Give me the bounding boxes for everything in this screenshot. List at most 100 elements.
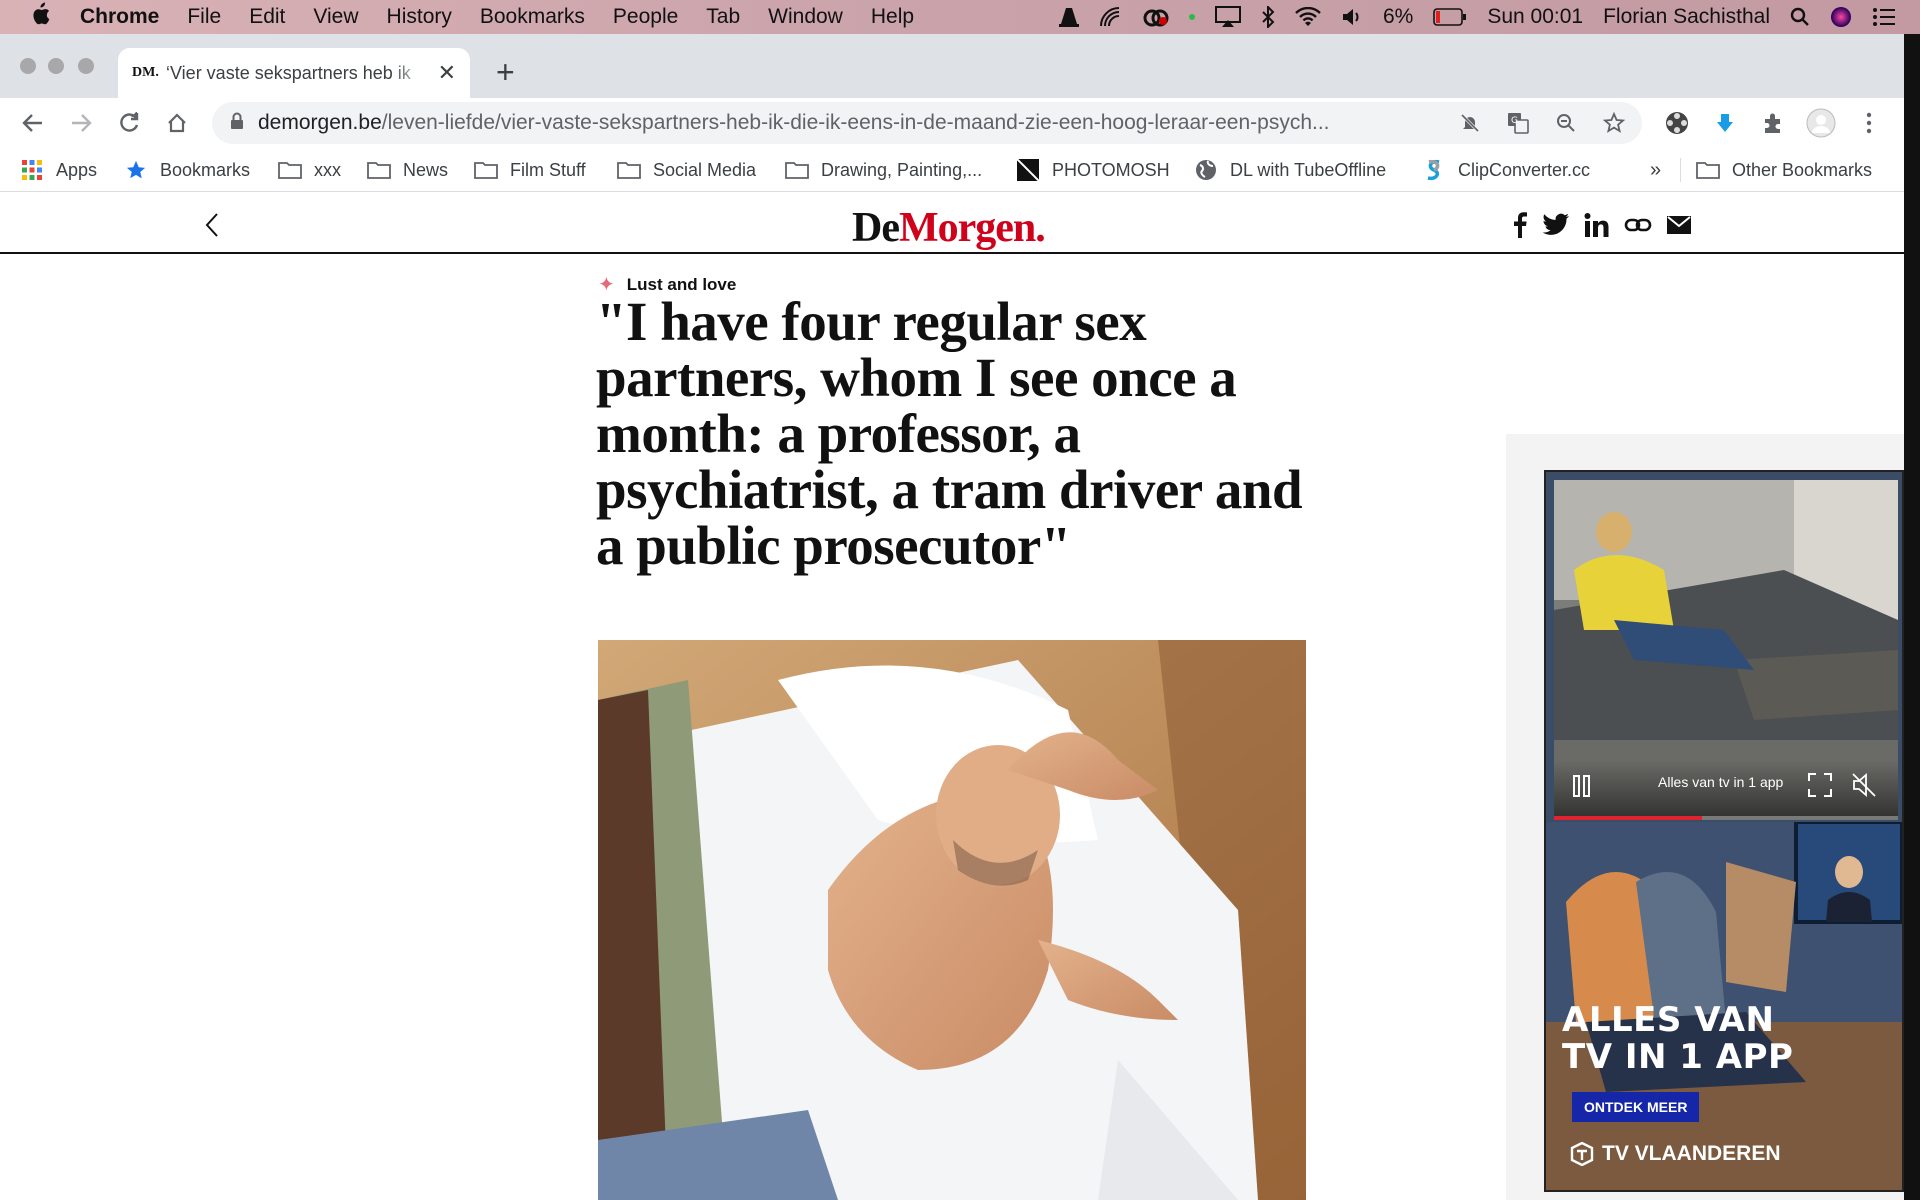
- menu-people[interactable]: People: [613, 5, 678, 29]
- menubar-clock[interactable]: Sun 00:01: [1487, 5, 1583, 29]
- bookmark-label: PHOTOMOSH: [1052, 159, 1170, 180]
- svg-text:G: G: [1511, 116, 1518, 126]
- bookmarks-bar: Apps Bookmarks xxx News Film Stuff Socia…: [0, 148, 1904, 192]
- bluetooth-icon[interactable]: [1261, 6, 1275, 28]
- tv-vlaanderen-logo-icon: [1570, 1142, 1594, 1166]
- window-edge: [1904, 34, 1920, 1200]
- active-tab[interactable]: DM. ‘Vier vaste sekspartners heb ik ✕: [118, 48, 470, 98]
- video-progress-bar[interactable]: [1554, 816, 1898, 820]
- spotlight-search-icon[interactable]: [1790, 7, 1810, 27]
- bookmark-folder-film-stuff[interactable]: Film Stuff: [474, 157, 586, 183]
- profile-avatar-icon[interactable]: [1804, 106, 1838, 140]
- share-bar: [1512, 212, 1706, 238]
- pause-icon[interactable]: [1572, 775, 1592, 802]
- bookmark-label: DL with TubeOffline: [1230, 159, 1387, 180]
- bookmark-folder-news[interactable]: News: [367, 157, 448, 183]
- menu-view[interactable]: View: [313, 5, 358, 29]
- bookmarks-overflow-button[interactable]: »: [1650, 157, 1661, 183]
- airplay-waves-icon[interactable]: [1099, 6, 1123, 28]
- bookmark-clipconverter[interactable]: ClipConverter.cc: [1422, 157, 1590, 183]
- zoom-window-button[interactable]: [78, 58, 94, 74]
- back-chevron-icon[interactable]: [204, 212, 220, 243]
- lock-icon[interactable]: [230, 112, 244, 135]
- video-controls: [1554, 760, 1898, 820]
- bookmark-other-bookmarks[interactable]: Other Bookmarks: [1696, 157, 1872, 183]
- airplay-display-icon[interactable]: [1214, 6, 1241, 28]
- volume-icon[interactable]: [1341, 7, 1363, 27]
- zoom-icon[interactable]: [1552, 109, 1580, 137]
- chrome-menu-icon[interactable]: [1852, 106, 1886, 140]
- apple-menu-icon[interactable]: [0, 2, 80, 33]
- home-button[interactable]: [160, 106, 194, 140]
- bookmark-apps[interactable]: Apps: [20, 157, 97, 183]
- extensions-puzzle-icon[interactable]: [1756, 106, 1790, 140]
- translate-icon[interactable]: G: [1504, 109, 1532, 137]
- close-window-button[interactable]: [20, 58, 36, 74]
- siri-icon[interactable]: [1830, 6, 1852, 28]
- linkedin-icon[interactable]: [1584, 213, 1610, 237]
- menu-tab[interactable]: Tab: [706, 5, 740, 29]
- article-headline: "I have four regular sex partners, whom …: [596, 291, 1303, 576]
- bookmark-folder-drawing[interactable]: Drawing, Painting,...: [785, 157, 982, 183]
- menu-window[interactable]: Window: [768, 5, 843, 29]
- bookmark-photomosh[interactable]: PHOTOMOSH: [1016, 157, 1170, 183]
- facebook-icon[interactable]: [1512, 212, 1528, 238]
- menu-app-chrome[interactable]: Chrome: [80, 5, 159, 29]
- apps-grid-icon: [20, 160, 44, 180]
- vlc-cone-icon[interactable]: [1058, 6, 1079, 28]
- menu-help[interactable]: Help: [871, 5, 914, 29]
- bookmark-bookmarks[interactable]: Bookmarks: [124, 157, 250, 183]
- copy-link-icon[interactable]: [1624, 216, 1652, 234]
- bookmark-label: News: [403, 159, 449, 180]
- new-tab-button[interactable]: +: [496, 56, 515, 88]
- bookmark-star-icon[interactable]: [1600, 109, 1628, 137]
- browser-toolbar: demorgen.be/leven-liefde/vier-vaste-seks…: [0, 98, 1904, 148]
- site-logo[interactable]: DeMorgen.: [852, 204, 1046, 252]
- creative-cloud-icon[interactable]: [1143, 7, 1169, 27]
- advertisement-banner[interactable]: Alles van tv in 1 app ALLES VAN TV IN 1 …: [1544, 470, 1904, 1192]
- folder-icon: [785, 160, 809, 180]
- clipconverter-icon: [1422, 159, 1446, 181]
- twitter-icon[interactable]: [1542, 213, 1570, 237]
- tab-favicon-icon: DM.: [132, 65, 159, 80]
- star-icon: [124, 160, 148, 180]
- minimize-window-button[interactable]: [48, 58, 64, 74]
- article-hero-image: [598, 640, 1306, 1200]
- video-progress-fill: [1554, 816, 1702, 820]
- notification-center-icon[interactable]: [1872, 7, 1896, 27]
- menu-file[interactable]: File: [187, 5, 221, 29]
- extension-download-icon[interactable]: [1708, 106, 1742, 140]
- bookmark-folder-xxx[interactable]: xxx: [278, 157, 341, 183]
- menu-bookmarks[interactable]: Bookmarks: [480, 5, 585, 29]
- status-dot-icon: [1188, 14, 1195, 20]
- ad-cta-button[interactable]: ONTDEK MEER: [1572, 1092, 1700, 1122]
- ad-video-player[interactable]: Alles van tv in 1 app: [1554, 480, 1898, 820]
- fullscreen-icon[interactable]: [1808, 773, 1832, 802]
- mute-icon[interactable]: [1852, 773, 1876, 802]
- back-button[interactable]: [16, 106, 50, 140]
- reload-button[interactable]: [112, 106, 146, 140]
- bookmark-label: Other Bookmarks: [1732, 159, 1873, 180]
- folder-icon: [367, 160, 391, 180]
- globe-icon: [1194, 160, 1218, 180]
- menu-history[interactable]: History: [387, 5, 452, 29]
- wifi-icon[interactable]: [1295, 7, 1321, 27]
- url-text[interactable]: demorgen.be/leven-liefde/vier-vaste-seks…: [258, 111, 1438, 135]
- folder-icon: [278, 160, 302, 180]
- folder-icon: [617, 160, 641, 180]
- menu-edit[interactable]: Edit: [249, 5, 285, 29]
- tab-close-icon[interactable]: ✕: [438, 60, 456, 86]
- tab-title: ‘Vier vaste sekspartners heb ik: [166, 62, 411, 83]
- email-icon[interactable]: [1666, 215, 1692, 235]
- bookmark-tubeoffline[interactable]: DL with TubeOffline: [1194, 157, 1386, 183]
- extension-reel-icon[interactable]: [1660, 106, 1694, 140]
- bookmark-folder-social-media[interactable]: Social Media: [617, 157, 756, 183]
- ad-brand: TV VLAANDEREN: [1570, 1142, 1781, 1166]
- address-bar[interactable]: demorgen.be/leven-liefde/vier-vaste-seks…: [212, 102, 1642, 144]
- forward-button[interactable]: [64, 106, 98, 140]
- menubar-user[interactable]: Florian Sachisthal: [1603, 5, 1770, 29]
- battery-icon[interactable]: [1433, 8, 1467, 26]
- bookmark-label: ClipConverter.cc: [1458, 159, 1591, 180]
- site-header: DeMorgen.: [0, 198, 1904, 254]
- notifications-blocked-icon[interactable]: [1456, 109, 1484, 137]
